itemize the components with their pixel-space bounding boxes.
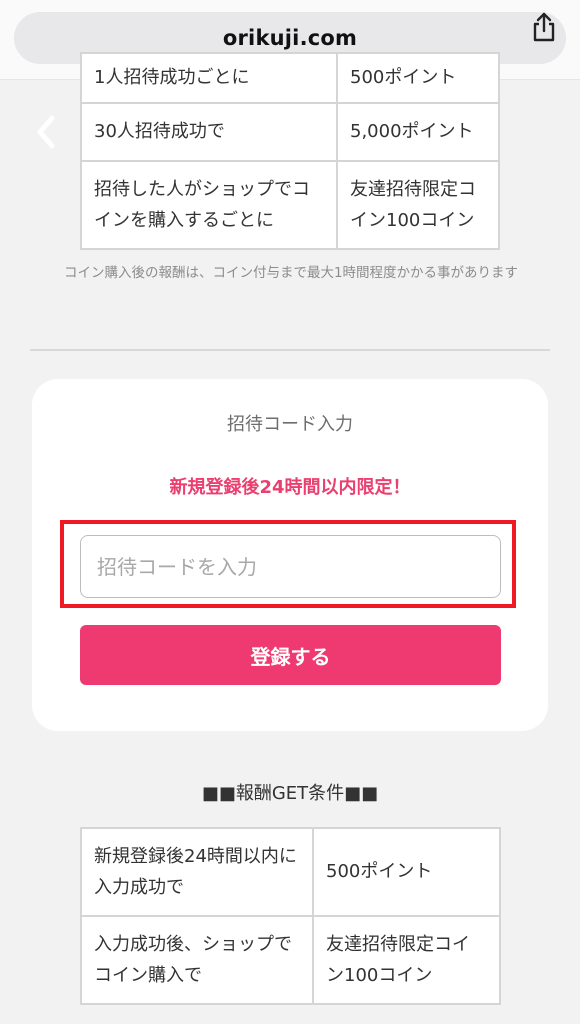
invite-code-input[interactable]	[80, 535, 501, 598]
table-cell-condition: 招待した人がショップでコインを購入するごとに	[80, 160, 338, 250]
table-row: 新規登録後24時間以内に入力成功で 500ポイント	[80, 827, 501, 917]
share-icon[interactable]	[530, 12, 558, 42]
table-row: 30人招待成功で 5,000ポイント	[80, 102, 500, 162]
table-cell-reward: 友達招待限定コイン100コイン	[336, 160, 500, 250]
url-text: orikuji.com	[222, 26, 358, 50]
table-cell-condition: 1人招待成功ごとに	[80, 52, 338, 104]
reward-note: コイン購入後の報酬は、コイン付与まで最大1時間程度かかる事があります	[63, 265, 519, 281]
card-title: 招待コード入力	[227, 414, 353, 435]
chevron-left-icon[interactable]	[34, 114, 58, 150]
table-row: 入力成功後、ショップでコイン購入で 友達招待限定コイン100コイン	[80, 915, 501, 1005]
register-button[interactable]: 登録する	[80, 625, 501, 685]
table-cell-reward: 500ポイント	[336, 52, 500, 104]
limited-notice: 新規登録後24時間以内限定！	[169, 477, 411, 498]
conditions-table: 新規登録後24時間以内に入力成功で 500ポイント 入力成功後、ショップでコイン…	[80, 827, 501, 1005]
table-cell-condition: 新規登録後24時間以内に入力成功で	[80, 827, 314, 917]
table-cell-reward: 5,000ポイント	[336, 102, 500, 162]
table-row: 1人招待成功ごとに 500ポイント	[80, 52, 500, 104]
table-cell-reward: 500ポイント	[312, 827, 501, 917]
conditions-heading: ■■報酬GET条件■■	[201, 783, 379, 804]
table-cell-condition: 入力成功後、ショップでコイン購入で	[80, 915, 314, 1005]
divider	[30, 349, 550, 351]
table-cell-condition: 30人招待成功で	[80, 102, 338, 162]
table-row: 招待した人がショップでコインを購入するごとに 友達招待限定コイン100コイン	[80, 160, 500, 250]
table-cell-reward: 友達招待限定コイン100コイン	[312, 915, 501, 1005]
reward-table: 1人招待成功ごとに 500ポイント 30人招待成功で 5,000ポイント 招待し…	[80, 52, 500, 250]
